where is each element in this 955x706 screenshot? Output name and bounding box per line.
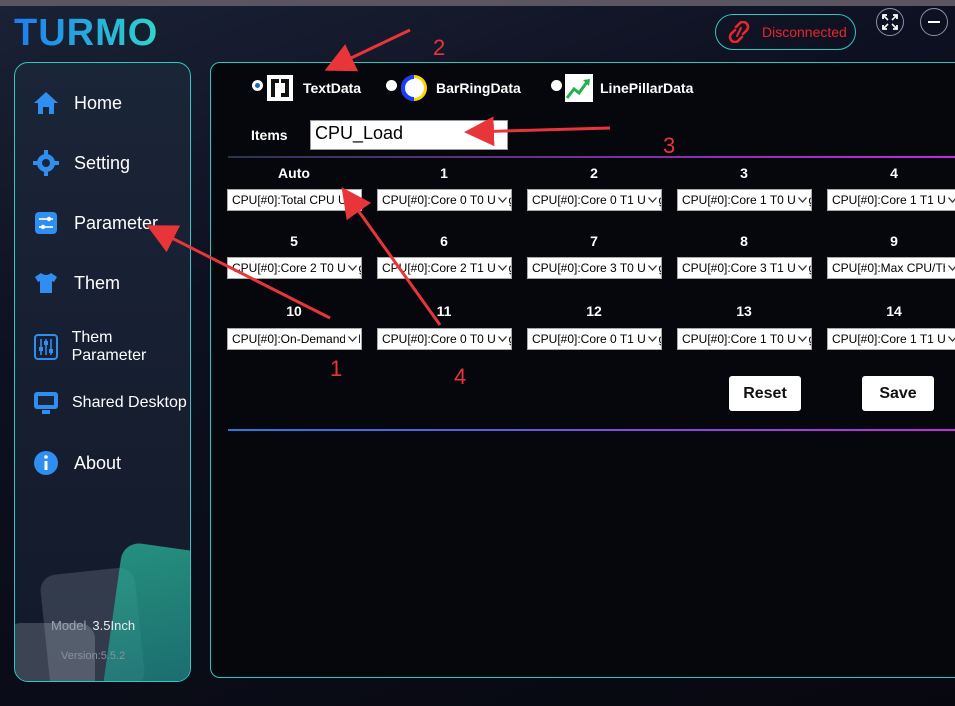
annotation-arrow bbox=[324, 28, 411, 72]
annotation-number: 1 bbox=[330, 356, 343, 381]
annotation-arrow bbox=[341, 187, 442, 326]
annotation-arrow bbox=[464, 116, 611, 147]
annotation-number: 2 bbox=[433, 35, 446, 60]
annotation-number: 3 bbox=[663, 133, 676, 158]
annotation-arrows bbox=[146, 28, 611, 326]
annotation-arrow bbox=[146, 225, 331, 320]
annotation-number: 4 bbox=[454, 364, 467, 389]
